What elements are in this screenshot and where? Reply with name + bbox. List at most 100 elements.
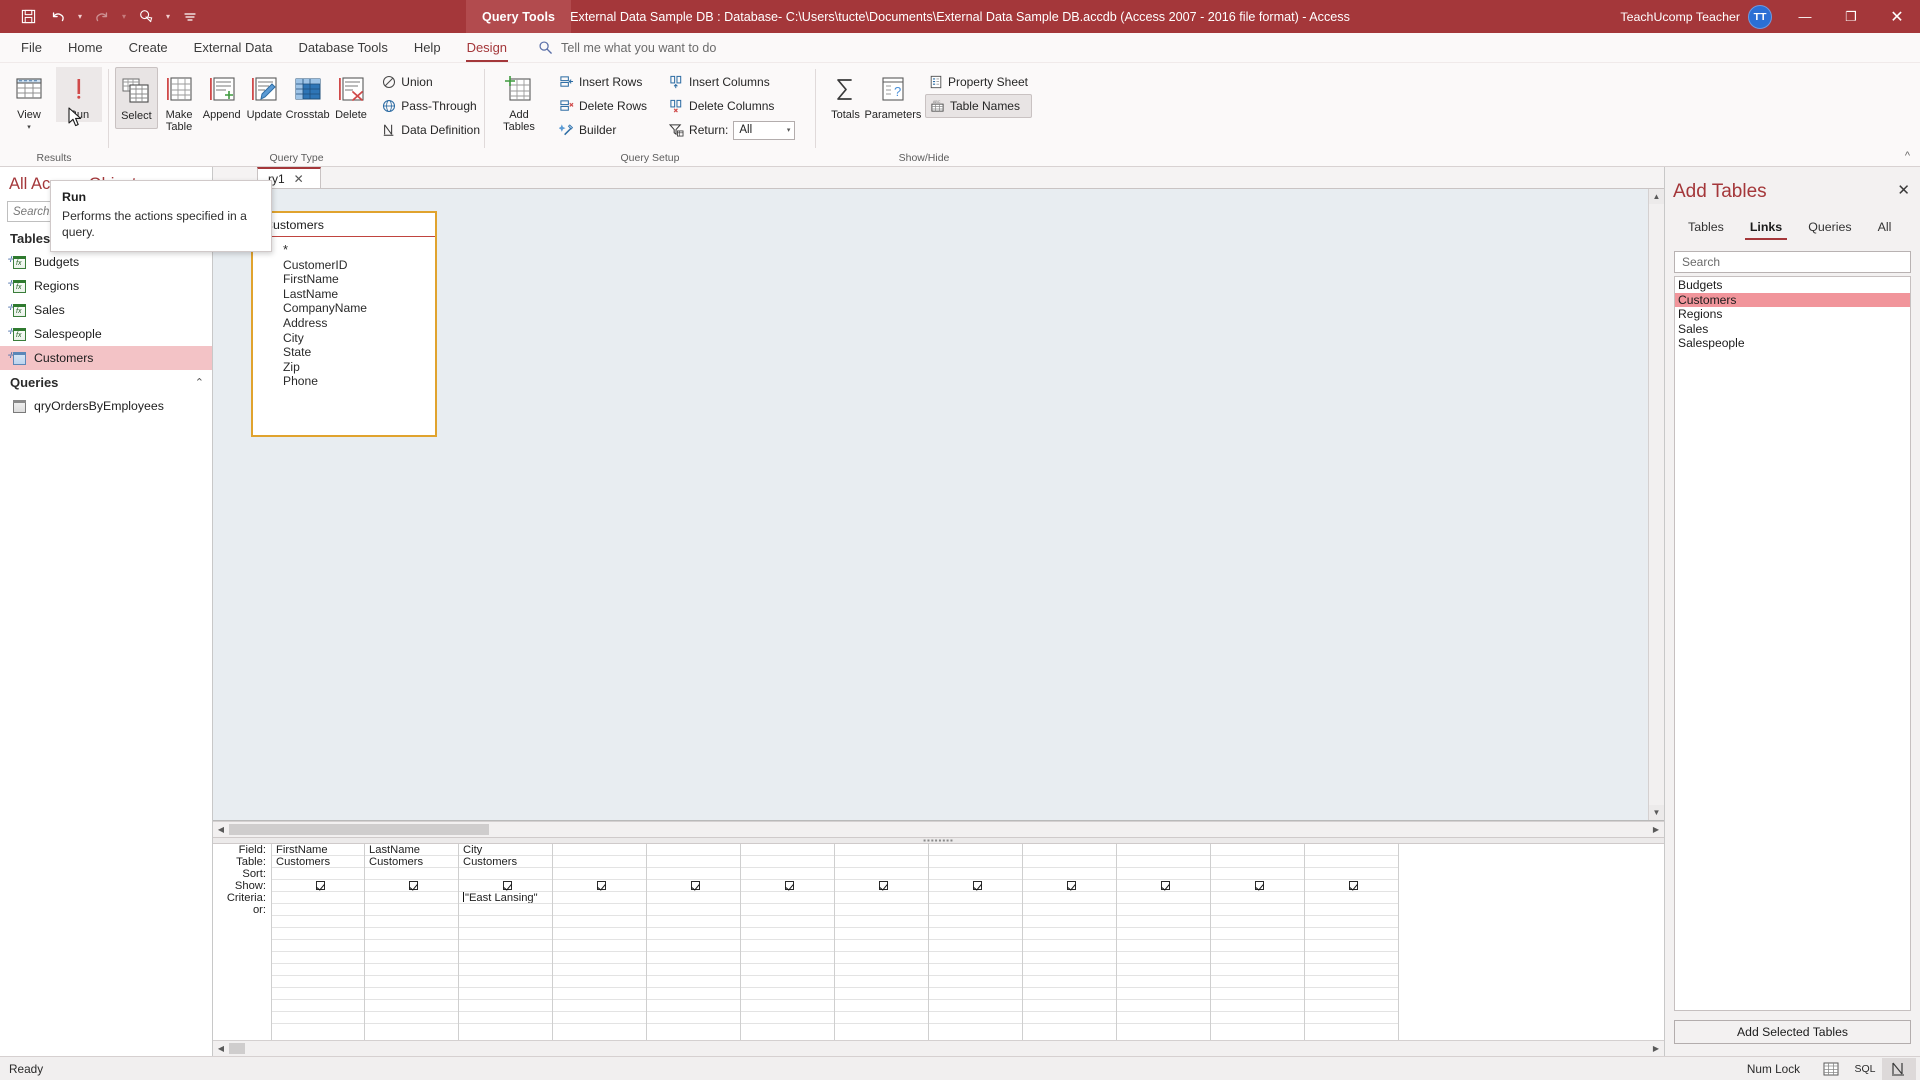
tab-home[interactable]: Home (55, 35, 116, 61)
return-select[interactable]: All ▾ (733, 121, 795, 140)
qbe-cell-criteria[interactable] (835, 892, 928, 904)
qbe-cell-or[interactable] (365, 904, 458, 916)
datasheet-view-icon[interactable] (1814, 1058, 1848, 1080)
update-query-button[interactable]: Update (243, 67, 286, 122)
field-item-firstname[interactable]: FirstName (283, 272, 435, 287)
qbe-cell-empty[interactable] (365, 916, 458, 928)
qbe-cell-empty[interactable] (929, 928, 1022, 940)
qbe-cell-empty[interactable] (1117, 1000, 1210, 1012)
qbe-cell-empty[interactable] (835, 1012, 928, 1024)
qbe-cell-empty[interactable] (1305, 1000, 1398, 1012)
qbe-cell-empty[interactable] (1023, 1012, 1116, 1024)
qbe-cell-or[interactable] (647, 904, 740, 916)
builder-button[interactable]: Builder (555, 118, 651, 142)
qbe-column[interactable]: LastNameCustomers (365, 844, 459, 1040)
qbe-cell-empty[interactable] (929, 976, 1022, 988)
qbe-cell-show[interactable] (1305, 880, 1398, 892)
qbe-cell-or[interactable] (1023, 904, 1116, 916)
qbe-cell-empty[interactable] (1117, 988, 1210, 1000)
qbe-cell-empty[interactable] (1211, 988, 1304, 1000)
qbe-cell-empty[interactable] (272, 1012, 364, 1024)
list-item-budgets[interactable]: Budgets (1675, 278, 1910, 293)
minimize-button[interactable]: — (1782, 0, 1828, 33)
nav-item-sales[interactable]: ✛fx Sales (0, 298, 212, 322)
qbe-cell-empty[interactable] (647, 964, 740, 976)
field-item-phone[interactable]: Phone (283, 374, 435, 389)
qbe-cell-empty[interactable] (929, 940, 1022, 952)
qbe-cell-empty[interactable] (272, 928, 364, 940)
qbe-cell-show[interactable] (835, 880, 928, 892)
qbe-cell-empty[interactable] (1117, 952, 1210, 964)
qbe-cell-show[interactable] (1117, 880, 1210, 892)
qbe-cell-field[interactable] (929, 844, 1022, 856)
qbe-cell-empty[interactable] (1211, 916, 1304, 928)
qbe-cell-or[interactable] (1211, 904, 1304, 916)
show-checkbox[interactable] (316, 881, 325, 890)
qbe-cell-empty[interactable] (1117, 976, 1210, 988)
qbe-cell-table[interactable] (647, 856, 740, 868)
qbe-cell-criteria[interactable] (1117, 892, 1210, 904)
qbe-cell-empty[interactable] (1305, 952, 1398, 964)
qbe-cell-empty[interactable] (459, 976, 552, 988)
scroll-up-icon[interactable]: ▲ (1649, 189, 1664, 204)
add-tables-button[interactable]: Add Tables (493, 67, 545, 133)
qbe-cell-empty[interactable] (272, 916, 364, 928)
qbe-cell-empty[interactable] (272, 1000, 364, 1012)
qbe-cell-table[interactable] (741, 856, 834, 868)
qbe-cell-empty[interactable] (1023, 940, 1116, 952)
property-sheet-button[interactable]: Property Sheet (925, 70, 1032, 94)
qbe-cell-or[interactable] (459, 904, 552, 916)
touch-mode-dropdown-icon[interactable]: ▾ (162, 4, 174, 30)
qbe-cell-empty[interactable] (741, 1000, 834, 1012)
qbe-cell-criteria[interactable] (365, 892, 458, 904)
qbe-cell-sort[interactable] (1305, 868, 1398, 880)
qbe-cell-empty[interactable] (741, 916, 834, 928)
scrollbar-thumb[interactable] (229, 824, 489, 835)
qbe-cell-field[interactable]: City (459, 844, 552, 856)
qbe-cell-empty[interactable] (459, 1012, 552, 1024)
qbe-cell-empty[interactable] (647, 928, 740, 940)
qbe-cell-empty[interactable] (1117, 928, 1210, 940)
qbe-cell-sort[interactable] (1211, 868, 1304, 880)
scroll-left-icon[interactable]: ◀ (213, 1041, 229, 1056)
show-checkbox[interactable] (691, 881, 700, 890)
qbe-cell-field[interactable] (1023, 844, 1116, 856)
qbe-cell-empty[interactable] (553, 964, 646, 976)
delete-columns-button[interactable]: Delete Columns (665, 94, 799, 118)
tab-links[interactable]: Links (1737, 217, 1795, 241)
scroll-down-icon[interactable]: ▼ (1649, 805, 1664, 820)
qbe-column[interactable] (553, 844, 647, 1040)
qbe-cell-criteria[interactable]: "East Lansing" (459, 892, 552, 904)
show-checkbox[interactable] (503, 881, 512, 890)
close-icon[interactable]: ✕ (294, 172, 304, 186)
totals-button[interactable]: Totals (824, 67, 867, 122)
redo-dropdown-icon[interactable]: ▾ (118, 4, 130, 30)
add-tables-list[interactable]: Budgets Customers Regions Sales Salespeo… (1674, 276, 1911, 1011)
qbe-cell-criteria[interactable] (1305, 892, 1398, 904)
qbe-cell-or[interactable] (835, 904, 928, 916)
qbe-column[interactable] (929, 844, 1023, 1040)
chevron-up-icon[interactable]: ⌃ (195, 376, 204, 389)
qbe-cell-empty[interactable] (1211, 1000, 1304, 1012)
nav-item-qryordersbyemployees[interactable]: qryOrdersByEmployees (0, 394, 212, 418)
qbe-column[interactable] (1305, 844, 1399, 1040)
touch-mode-icon[interactable] (132, 4, 160, 30)
scrollbar-thumb[interactable] (229, 1043, 245, 1054)
qbe-cell-empty[interactable] (272, 976, 364, 988)
qbe-cell-empty[interactable] (647, 916, 740, 928)
qbe-cell-table[interactable]: Customers (365, 856, 458, 868)
qbe-cell-empty[interactable] (929, 964, 1022, 976)
qbe-cell-empty[interactable] (1211, 976, 1304, 988)
crosstab-query-button[interactable]: Crosstab (286, 67, 330, 122)
qbe-cell-empty[interactable] (365, 1012, 458, 1024)
qbe-cell-empty[interactable] (553, 928, 646, 940)
qbe-cell-sort[interactable] (459, 868, 552, 880)
qbe-cell-empty[interactable] (1117, 916, 1210, 928)
qbe-cell-sort[interactable] (647, 868, 740, 880)
show-checkbox[interactable] (1067, 881, 1076, 890)
qbe-cell-empty[interactable] (835, 976, 928, 988)
redo-icon[interactable] (88, 4, 116, 30)
show-checkbox[interactable] (879, 881, 888, 890)
qbe-cell-empty[interactable] (1211, 952, 1304, 964)
qbe-cell-empty[interactable] (929, 988, 1022, 1000)
